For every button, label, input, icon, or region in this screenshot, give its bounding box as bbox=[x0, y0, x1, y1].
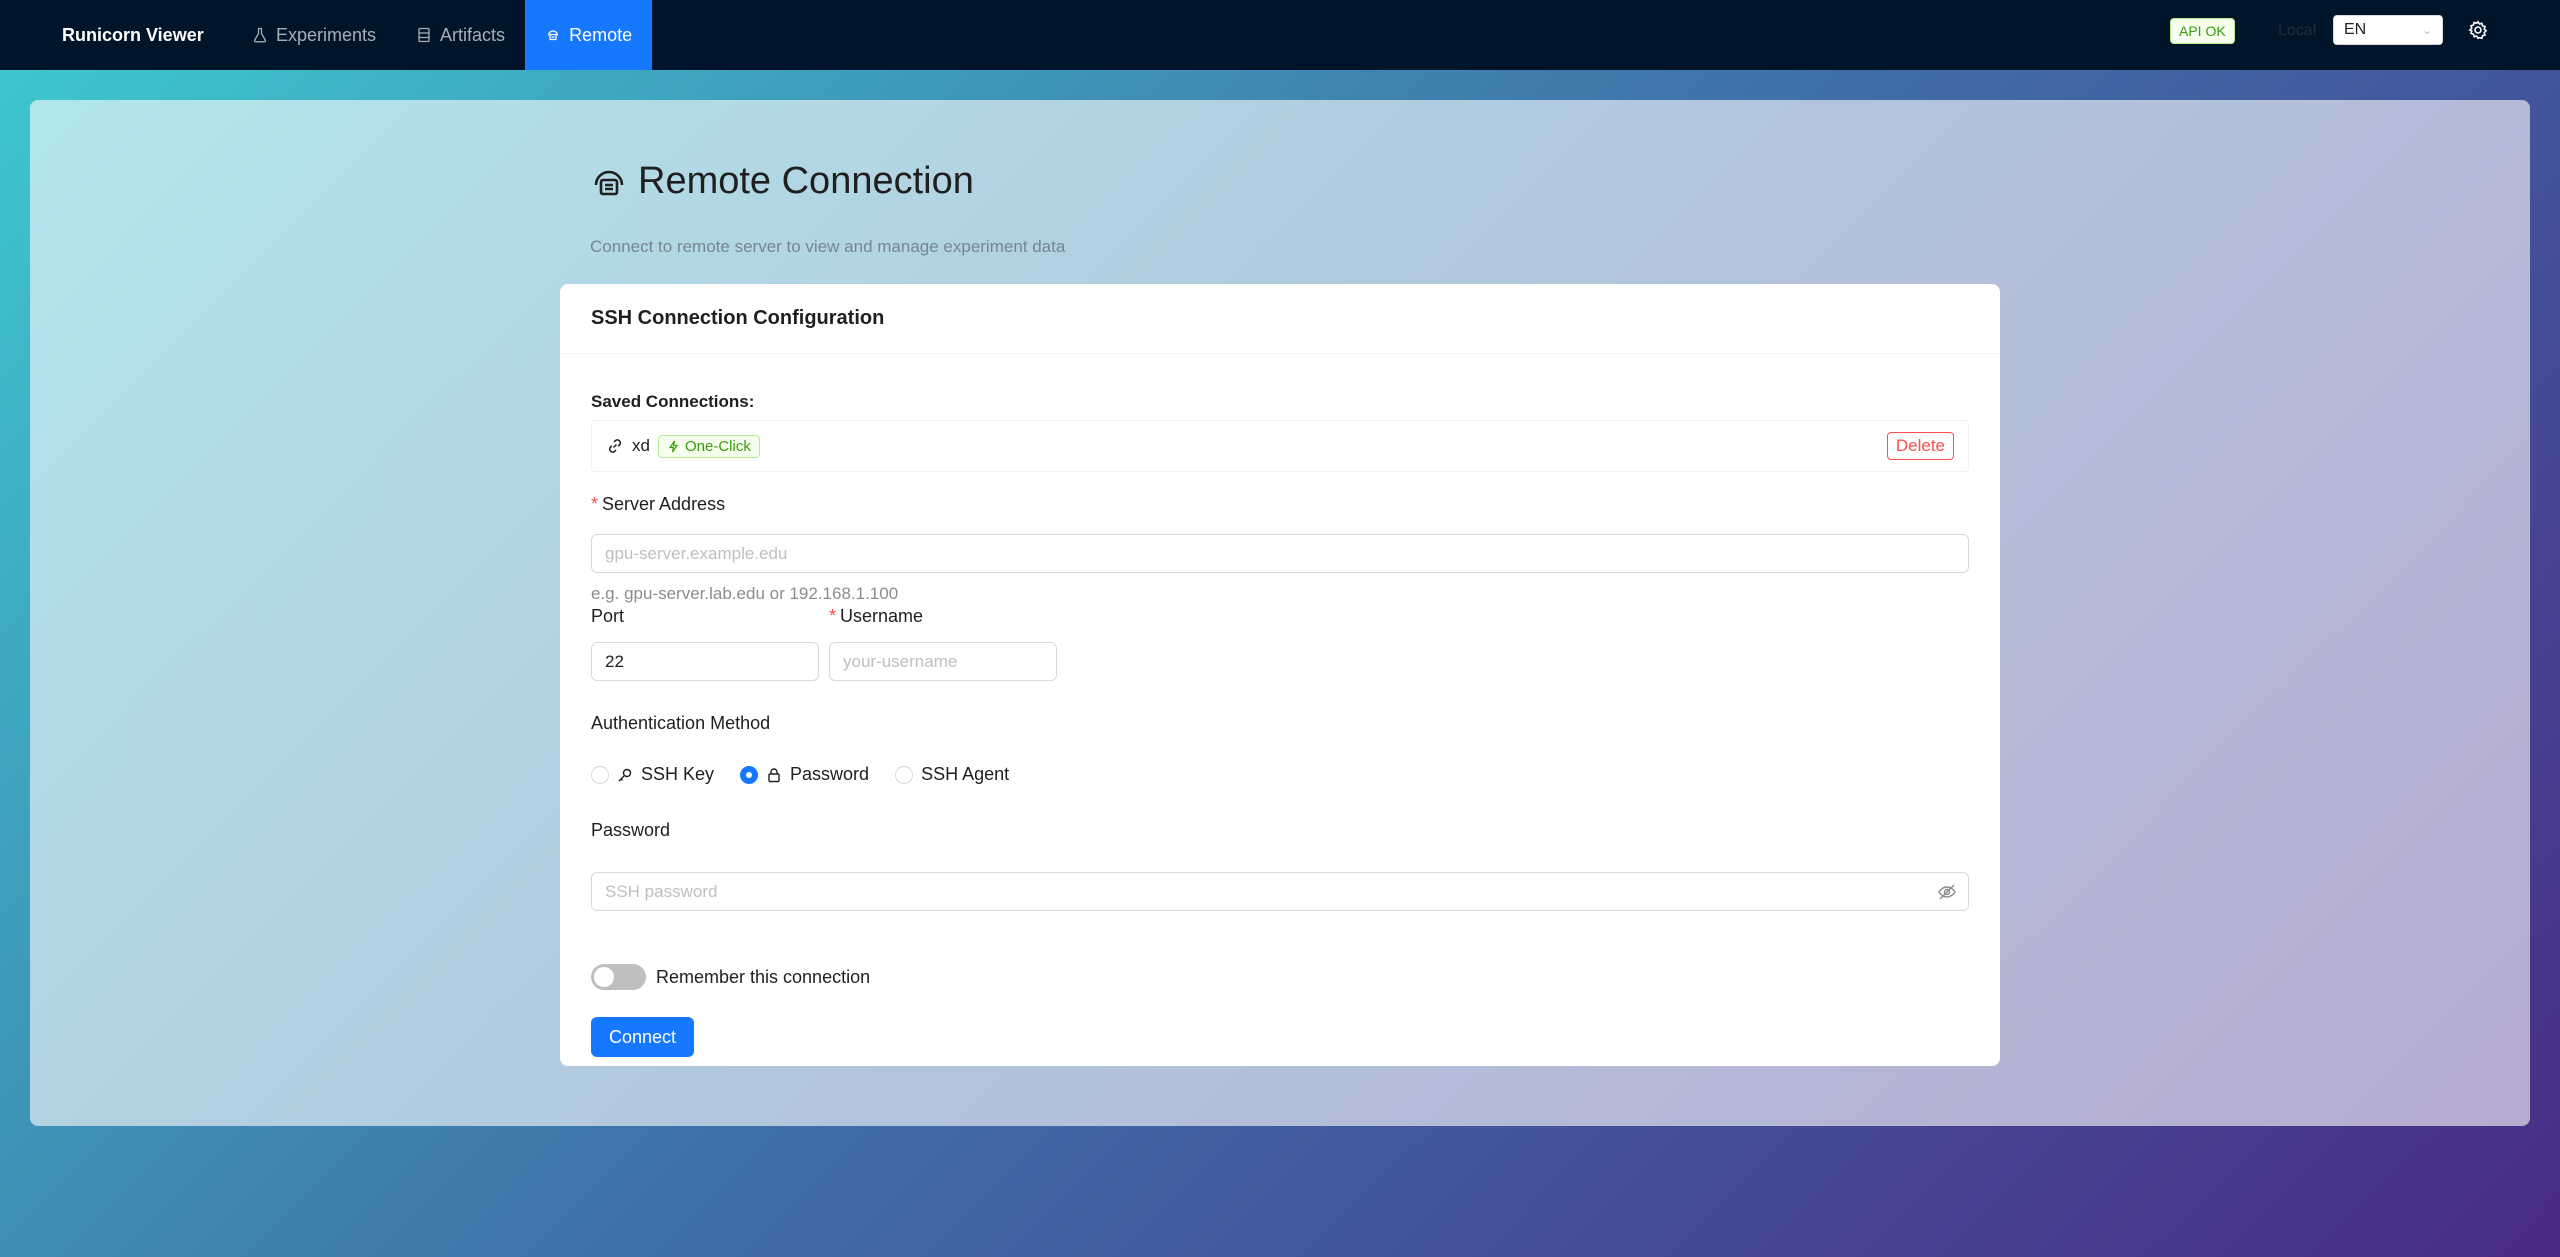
cloud-server-icon bbox=[594, 170, 624, 195]
link-icon bbox=[608, 439, 622, 453]
card-title: SSH Connection Configuration bbox=[560, 284, 2000, 354]
key-icon bbox=[618, 768, 632, 781]
nav-label-artifacts: Artifacts bbox=[440, 24, 506, 45]
main-nav: Experiments Artifacts Remote bbox=[232, 0, 653, 70]
lock-icon bbox=[768, 767, 780, 782]
radio-label-ssh-key: SSH Key bbox=[641, 764, 715, 784]
username-label: * Username bbox=[829, 606, 923, 627]
nav-item-artifacts[interactable]: Artifacts bbox=[396, 0, 525, 70]
radio-label-ssh-agent: SSH Agent bbox=[921, 764, 1010, 784]
api-status-badge: API OK bbox=[2170, 18, 2235, 44]
delete-connection-button[interactable]: Delete bbox=[1886, 432, 1954, 460]
radio-button[interactable] bbox=[591, 765, 609, 784]
required-marker: * bbox=[829, 606, 837, 626]
radio-label-password: Password bbox=[790, 764, 870, 784]
top-navbar: Runicorn Viewer Experiments Artifacts Re… bbox=[0, 0, 2560, 70]
thunderbolt-icon bbox=[668, 440, 679, 452]
required-marker: * bbox=[591, 494, 599, 514]
radio-ssh-key[interactable]: SSH Key bbox=[591, 764, 714, 785]
nav-item-remote[interactable]: Remote bbox=[525, 0, 653, 70]
language-select[interactable]: EN ⌄ bbox=[2333, 15, 2443, 45]
flask-icon bbox=[254, 27, 266, 43]
saved-connection-name: xd bbox=[632, 436, 650, 455]
remember-connection-switch[interactable] bbox=[591, 964, 646, 990]
password-input[interactable] bbox=[591, 872, 1969, 911]
database-icon bbox=[418, 27, 430, 43]
app-title[interactable]: Runicorn Viewer bbox=[62, 25, 232, 46]
mode-label: Local bbox=[2278, 22, 2317, 39]
nav-label-experiments: Experiments bbox=[276, 24, 377, 45]
one-click-tag-label: One-Click bbox=[684, 437, 751, 455]
page-title-text: Remote Connection bbox=[638, 160, 974, 202]
password-label: Password bbox=[591, 820, 671, 840]
password-field bbox=[591, 872, 1969, 911]
saved-connection-item[interactable]: xd One-Click Delete bbox=[591, 420, 1969, 472]
language-value: EN bbox=[2344, 21, 2367, 38]
nav-item-experiments[interactable]: Experiments bbox=[232, 0, 396, 70]
page-header: Remote Connection Connect to remote serv… bbox=[590, 160, 1065, 257]
connect-button[interactable]: Connect bbox=[591, 1017, 695, 1057]
port-input[interactable] bbox=[591, 642, 819, 681]
server-address-input[interactable] bbox=[591, 534, 1969, 573]
radio-button-checked[interactable] bbox=[740, 765, 759, 784]
chevron-down-icon: ⌄ bbox=[2421, 23, 2432, 37]
server-address-label-text: Server Address bbox=[602, 494, 726, 514]
radio-button[interactable] bbox=[895, 765, 914, 784]
remember-connection-label: Remember this connection bbox=[656, 966, 871, 987]
ssh-config-card: SSH Connection Configuration Saved Conne… bbox=[560, 284, 2000, 1066]
username-input[interactable] bbox=[829, 642, 1057, 681]
radio-ssh-agent[interactable]: SSH Agent bbox=[895, 764, 1009, 785]
nav-label-remote: Remote bbox=[569, 24, 633, 45]
radio-password[interactable]: Password bbox=[740, 764, 869, 785]
server-address-help: e.g. gpu-server.lab.edu or 192.168.1.100 bbox=[591, 584, 899, 603]
remember-connection-row: Remember this connection bbox=[591, 964, 870, 990]
cloud-server-icon bbox=[547, 30, 559, 41]
auth-method-label: Authentication Method bbox=[591, 713, 771, 733]
port-label: Port bbox=[591, 606, 625, 626]
content-container: Remote Connection Connect to remote serv… bbox=[30, 100, 2530, 1126]
gear-icon[interactable] bbox=[2468, 20, 2488, 40]
username-label-text: Username bbox=[840, 606, 924, 626]
saved-connections-label: Saved Connections: bbox=[591, 392, 755, 411]
one-click-tag[interactable]: One-Click bbox=[657, 434, 760, 458]
eye-invisible-icon[interactable] bbox=[1937, 882, 1957, 902]
page-subtitle: Connect to remote server to view and man… bbox=[590, 237, 1066, 256]
auth-method-radio-group: SSH Key Password SSH Agent bbox=[591, 764, 1009, 785]
server-address-label: * Server Address bbox=[591, 494, 725, 515]
page-title: Remote Connection bbox=[590, 160, 1065, 203]
